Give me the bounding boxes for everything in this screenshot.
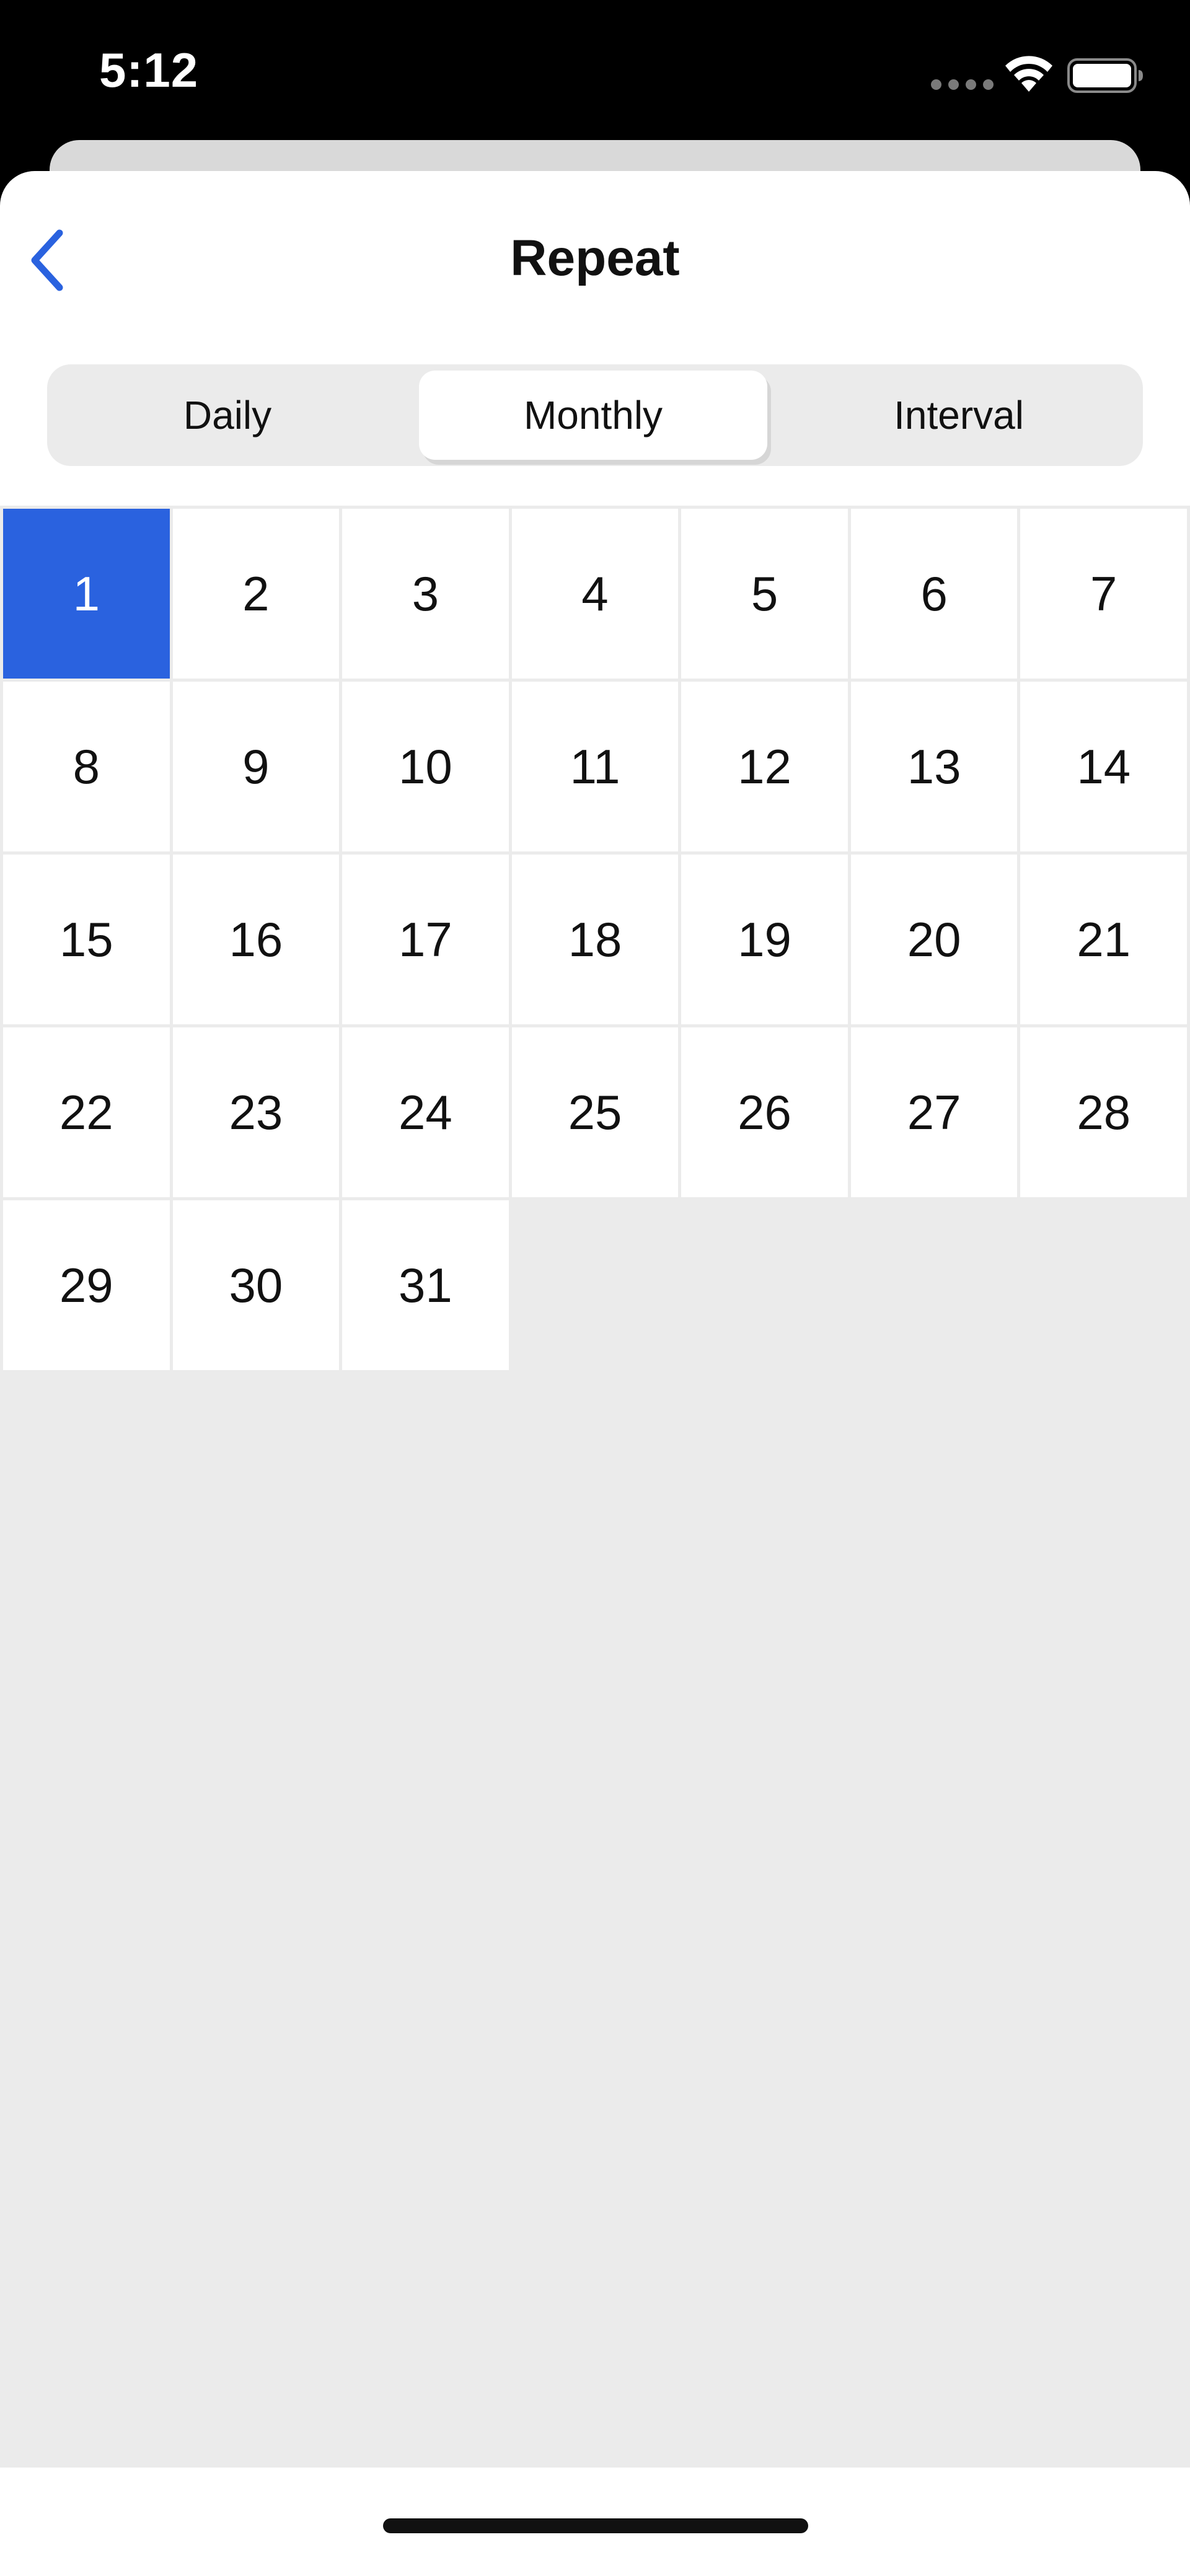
tab-daily[interactable]: Daily [53, 371, 402, 460]
home-indicator[interactable] [383, 2518, 808, 2533]
day-cell-22[interactable]: 22 [3, 1027, 170, 1197]
day-cell-20[interactable]: 20 [850, 855, 1018, 1024]
day-cell-11[interactable]: 11 [511, 682, 679, 851]
day-cell-17[interactable]: 17 [342, 855, 509, 1024]
day-cell-15[interactable]: 15 [3, 855, 170, 1024]
day-of-month-grid: 1 2 3 4 5 6 7 8 9 10 11 12 13 14 15 16 1… [0, 506, 1190, 1373]
day-cell-16[interactable]: 16 [172, 855, 340, 1024]
cellular-signal-icon [931, 79, 994, 90]
day-cell-8[interactable]: 8 [3, 682, 170, 851]
day-cell-24[interactable]: 24 [342, 1027, 509, 1197]
day-cell-7[interactable]: 7 [1020, 509, 1187, 679]
day-cell-27[interactable]: 27 [850, 1027, 1018, 1197]
status-time: 5:12 [99, 43, 199, 97]
day-cell-31[interactable]: 31 [342, 1200, 509, 1370]
day-of-month-area: 1 2 3 4 5 6 7 8 9 10 11 12 13 14 15 16 1… [0, 506, 1190, 2551]
day-cell-30[interactable]: 30 [172, 1200, 340, 1370]
day-cell-9[interactable]: 9 [172, 682, 340, 851]
navigation-bar: Repeat [0, 171, 1190, 351]
tab-monthly[interactable]: Monthly [419, 371, 767, 460]
status-bar: 5:12 [0, 0, 1190, 149]
day-cell-2[interactable]: 2 [172, 509, 340, 679]
day-cell-26[interactable]: 26 [681, 1027, 848, 1197]
day-cell-19[interactable]: 19 [681, 855, 848, 1024]
day-cell-25[interactable]: 25 [511, 1027, 679, 1197]
battery-icon [1067, 58, 1143, 93]
day-cell-3[interactable]: 3 [342, 509, 509, 679]
day-cell-18[interactable]: 18 [511, 855, 679, 1024]
repeat-sheet: Repeat Daily Monthly Interval 1 2 3 4 5 … [0, 171, 1190, 2576]
wifi-icon [1005, 56, 1052, 92]
tab-interval[interactable]: Interval [785, 371, 1133, 460]
day-cell-5[interactable]: 5 [681, 509, 848, 679]
day-cell-6[interactable]: 6 [850, 509, 1018, 679]
day-cell-29[interactable]: 29 [3, 1200, 170, 1370]
day-cell-14[interactable]: 14 [1020, 682, 1187, 851]
day-cell-21[interactable]: 21 [1020, 855, 1187, 1024]
day-cell-28[interactable]: 28 [1020, 1027, 1187, 1197]
day-cell-13[interactable]: 13 [850, 682, 1018, 851]
day-cell-1[interactable]: 1 [3, 509, 170, 679]
day-cell-10[interactable]: 10 [342, 682, 509, 851]
bottom-safe-area [0, 2468, 1190, 2576]
day-cell-23[interactable]: 23 [172, 1027, 340, 1197]
day-cell-4[interactable]: 4 [511, 509, 679, 679]
repeat-mode-tabs: Daily Monthly Interval [47, 364, 1143, 466]
page-title: Repeat [510, 230, 680, 286]
day-cell-12[interactable]: 12 [681, 682, 848, 851]
